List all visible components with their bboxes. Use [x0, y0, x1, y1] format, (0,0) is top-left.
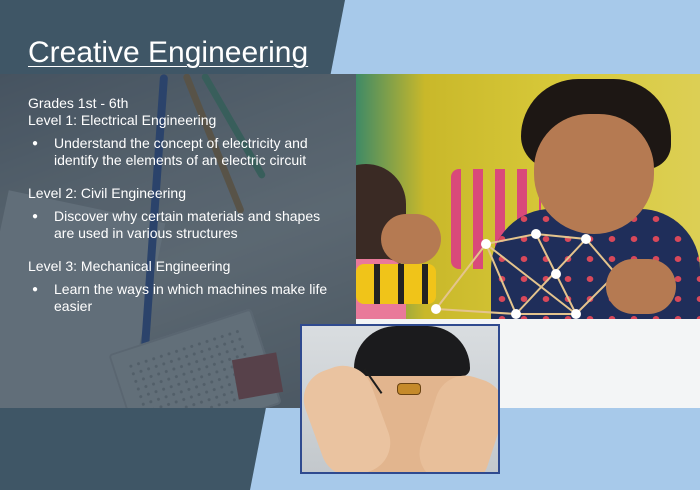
slide-title: Creative Engineering — [28, 36, 309, 69]
level-2-heading: Level 2: Civil Engineering — [28, 185, 186, 201]
course-description: Grades 1st - 6th Level 1: Electrical Eng… — [28, 95, 328, 315]
level-3-heading: Level 3: Mechanical Engineering — [28, 258, 231, 274]
grades-label: Grades 1st - 6th — [28, 95, 129, 111]
level-1-heading: Level 1: Electrical Engineering — [28, 112, 217, 128]
level-1-bullet: Understand the concept of electricity an… — [28, 135, 328, 169]
level-3-bullet: Learn the ways in which machines make li… — [28, 281, 328, 315]
toothpick-structure — [431, 229, 621, 319]
level-2-bullet: Discover why certain materials and shape… — [28, 208, 328, 242]
led-circuit-photo — [300, 324, 500, 474]
